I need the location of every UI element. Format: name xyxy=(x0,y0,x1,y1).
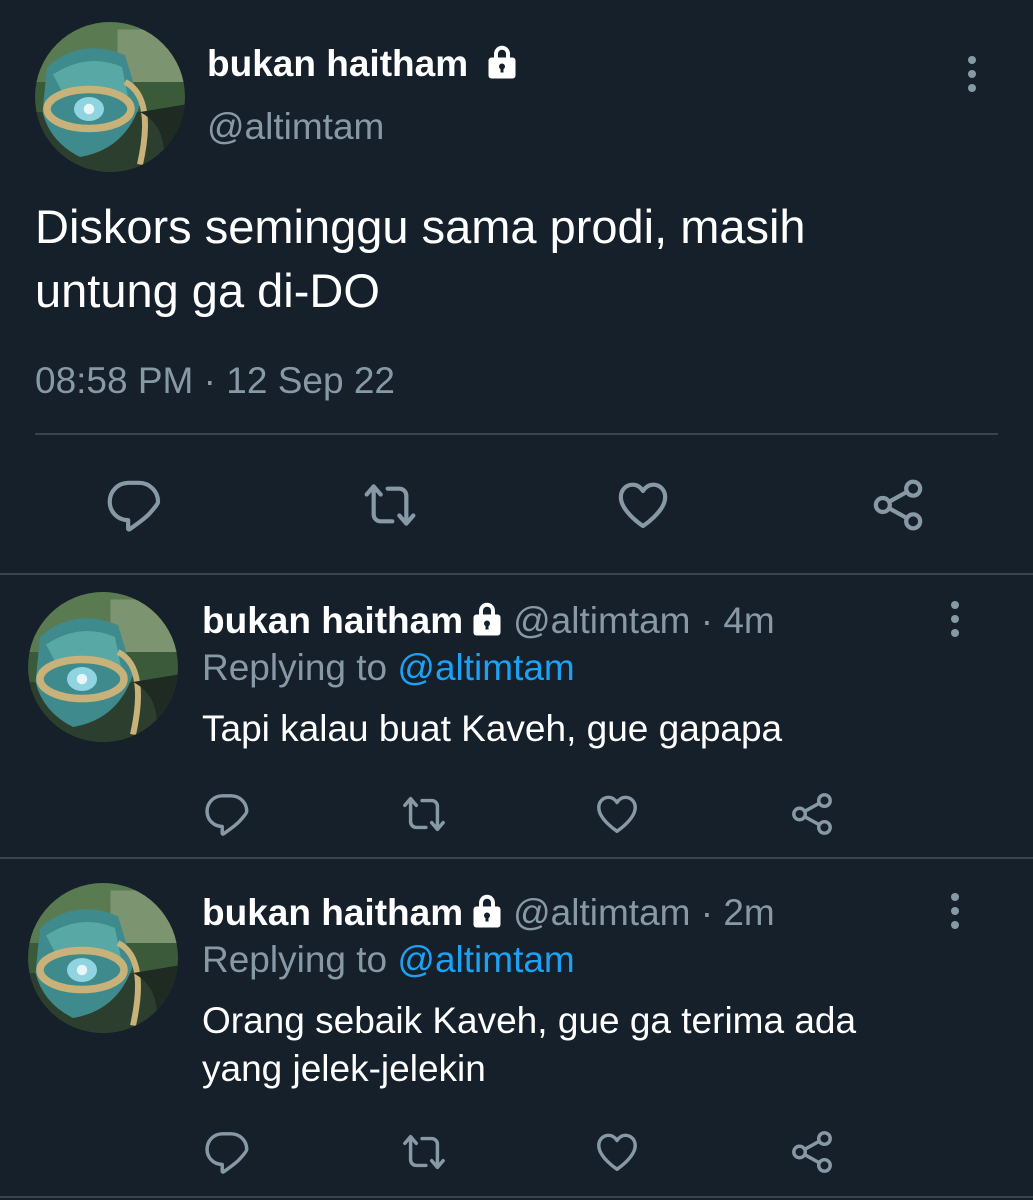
divider xyxy=(0,1196,1033,1198)
tweet-text-line: Diskors seminggu sama prodi, masih xyxy=(35,200,806,253)
tweet-age: 4m xyxy=(723,600,775,641)
more-icon[interactable] xyxy=(960,56,984,92)
share-icon xyxy=(870,477,926,533)
tweet-text-line: untung ga di-DO xyxy=(35,264,380,317)
handle[interactable]: @altimtam xyxy=(513,892,690,933)
reply-text-line: yang jelek-jelekin xyxy=(202,1048,486,1089)
divider xyxy=(0,573,1033,575)
replying-to-label: Replying to xyxy=(202,647,388,688)
timestamp-separator: · xyxy=(203,360,216,401)
tweet-text: Diskors seminggu sama prodi, masih untun… xyxy=(35,195,806,323)
author-name-row[interactable]: bukan haitham xyxy=(207,40,520,88)
avatar-image xyxy=(35,22,185,172)
reply-button[interactable] xyxy=(203,1128,251,1176)
display-name: bukan haitham xyxy=(207,43,469,84)
divider xyxy=(0,857,1033,859)
share-button[interactable] xyxy=(868,475,928,535)
retweet-button[interactable] xyxy=(360,475,420,535)
retweet-button[interactable] xyxy=(400,1128,448,1176)
header-separator: · xyxy=(700,600,714,641)
retweet-button[interactable] xyxy=(400,790,448,838)
tweet-timestamp: 08:58 PM · 12 Sep 22 xyxy=(35,357,395,405)
share-button[interactable] xyxy=(788,790,836,838)
more-icon[interactable] xyxy=(943,601,967,637)
share-icon xyxy=(789,791,835,837)
tweet-date: 12 Sep 22 xyxy=(226,360,395,401)
reply-text-line: Tapi kalau buat Kaveh, gue gapapa xyxy=(202,708,783,749)
avatar[interactable] xyxy=(35,22,185,172)
lock-icon xyxy=(469,601,505,637)
like-button[interactable] xyxy=(613,475,673,535)
replying-to: Replying to @altimtam xyxy=(202,936,575,984)
share-icon xyxy=(789,1129,835,1175)
reply-icon xyxy=(204,791,250,837)
retweet-icon xyxy=(401,1129,447,1175)
share-button[interactable] xyxy=(788,1128,836,1176)
retweet-icon xyxy=(401,791,447,837)
avatar-image xyxy=(28,883,178,1033)
reply-icon xyxy=(106,477,162,533)
replying-to: Replying to @altimtam xyxy=(202,644,575,692)
avatar-image xyxy=(28,592,178,742)
lock-icon xyxy=(469,893,505,929)
reply-icon xyxy=(204,1129,250,1175)
replying-to-link[interactable]: @altimtam xyxy=(397,647,574,688)
reply-text: Tapi kalau buat Kaveh, gue gapapa xyxy=(202,703,782,755)
avatar[interactable] xyxy=(28,592,178,742)
like-icon xyxy=(615,477,671,533)
reply-header: bukan haitham @altimtam · 4m xyxy=(202,597,775,645)
like-icon xyxy=(594,791,640,837)
reply-text-line: Orang sebaik Kaveh, gue ga terima ada xyxy=(202,1000,857,1041)
replying-to-label: Replying to xyxy=(202,939,388,980)
like-button[interactable] xyxy=(593,1128,641,1176)
tweet-time: 08:58 PM xyxy=(35,360,194,401)
tweet-age: 2m xyxy=(723,892,775,933)
like-icon xyxy=(594,1129,640,1175)
display-name[interactable]: bukan haitham xyxy=(202,892,463,933)
display-name[interactable]: bukan haitham xyxy=(202,600,463,641)
retweet-icon xyxy=(362,477,418,533)
avatar[interactable] xyxy=(28,883,178,1033)
replying-to-link[interactable]: @altimtam xyxy=(397,939,574,980)
handle[interactable]: @altimtam xyxy=(513,600,690,641)
lock-icon xyxy=(484,44,520,80)
header-separator: · xyxy=(700,892,714,933)
like-button[interactable] xyxy=(593,790,641,838)
reply-header: bukan haitham @altimtam · 2m xyxy=(202,889,775,937)
reply-button[interactable] xyxy=(203,790,251,838)
reply-button[interactable] xyxy=(104,475,164,535)
divider xyxy=(35,433,998,435)
more-icon[interactable] xyxy=(943,893,967,929)
handle[interactable]: @altimtam xyxy=(207,103,384,151)
reply-text: Orang sebaik Kaveh, gue ga terima ada ya… xyxy=(202,997,856,1093)
